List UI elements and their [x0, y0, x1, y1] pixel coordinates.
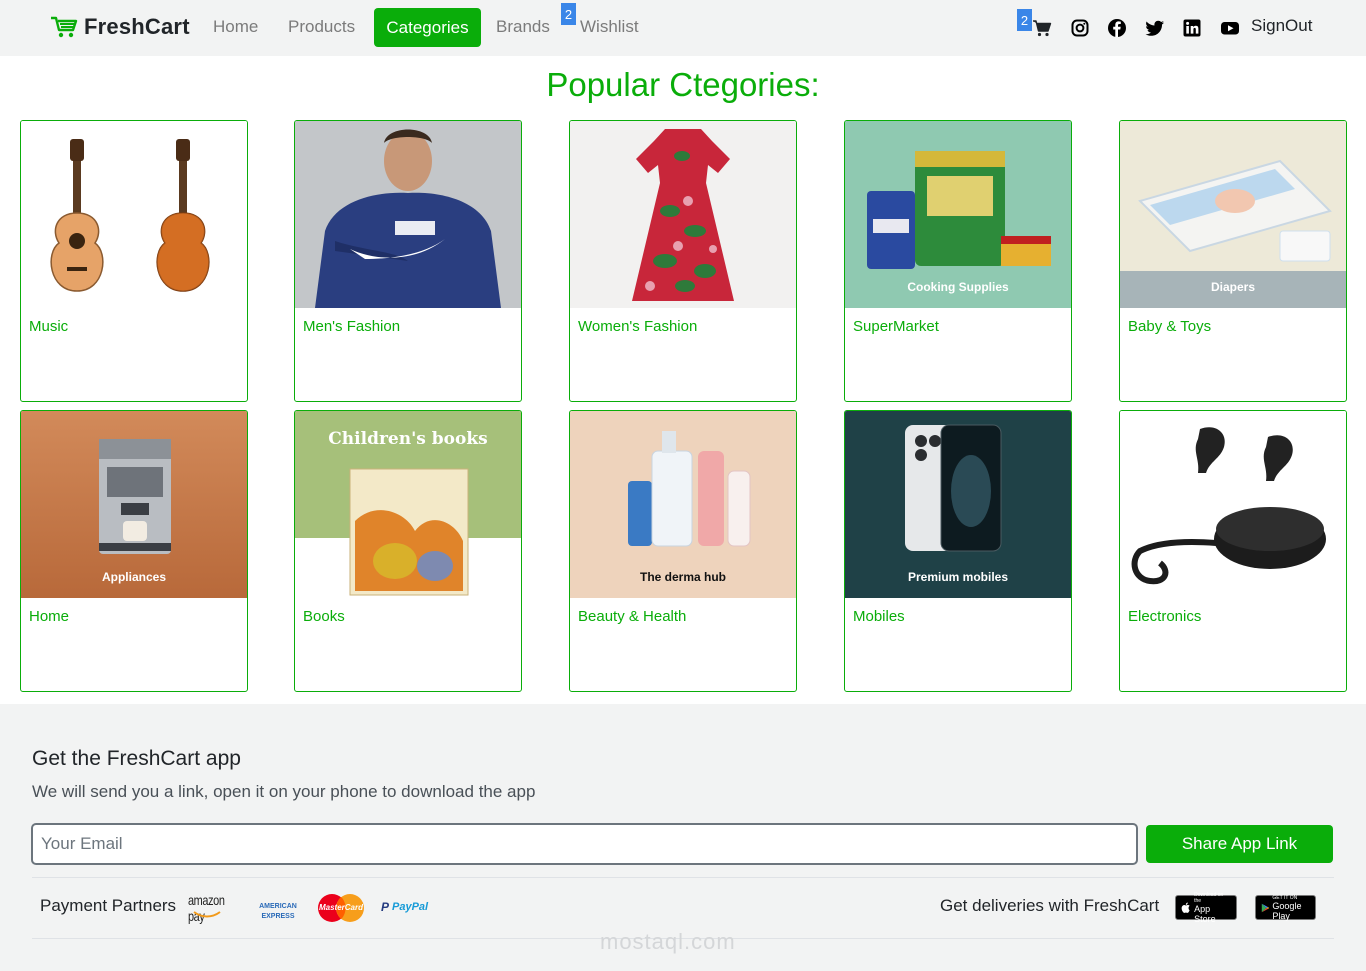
- category-card-books[interactable]: Children's books Books: [294, 410, 522, 692]
- nav-products[interactable]: Products: [288, 17, 355, 37]
- nav-home[interactable]: Home: [213, 17, 258, 37]
- category-image-caption: Diapers: [1210, 280, 1256, 294]
- facebook-icon[interactable]: [1107, 18, 1127, 38]
- category-image: [1120, 411, 1346, 598]
- category-label: Mobiles: [853, 608, 905, 625]
- cart-icon[interactable]: [1032, 18, 1052, 38]
- category-label: Women's Fashion: [578, 318, 698, 335]
- twitter-icon[interactable]: [1145, 18, 1165, 38]
- apple-icon: [1181, 902, 1190, 913]
- cart-count-badge: 2: [1017, 9, 1032, 31]
- category-card-music[interactable]: Music: [20, 120, 248, 402]
- category-card-electronics[interactable]: Electronics: [1119, 410, 1347, 692]
- app-store-button[interactable]: Download on the App Store: [1175, 892, 1237, 924]
- footer-title: Get the FreshCart app: [32, 747, 241, 770]
- payment-partners-label: Payment Partners: [40, 896, 177, 915]
- category-image: Diapers: [1120, 121, 1346, 308]
- wishlist-count-badge: 2: [561, 3, 576, 25]
- footer: Get the FreshCart app We will send you a…: [0, 704, 1366, 971]
- nav-wishlist[interactable]: Wishlist: [580, 17, 639, 37]
- navbar: FreshCart Home Products Categories Brand…: [0, 0, 1366, 56]
- category-label: Books: [303, 608, 345, 625]
- category-label: Baby & Toys: [1128, 318, 1212, 335]
- nav-categories[interactable]: Categories: [374, 8, 481, 47]
- category-image: [570, 121, 796, 308]
- category-card-baby-toys[interactable]: Diapers Baby & Toys: [1119, 120, 1347, 402]
- instagram-icon[interactable]: [1070, 18, 1090, 38]
- signout-link[interactable]: SignOut: [1251, 16, 1312, 36]
- page-title: Popular Ctegories:: [546, 66, 820, 103]
- paypal-logo: P PayPal: [381, 900, 429, 914]
- category-label: SuperMarket: [853, 318, 939, 335]
- category-card-beauty-health[interactable]: The derma hub Beauty & Health: [569, 410, 797, 692]
- linkedin-icon[interactable]: [1182, 18, 1202, 38]
- divider: [32, 877, 1334, 878]
- category-card-mobiles[interactable]: Premium mobiles Mobiles: [844, 410, 1072, 692]
- youtube-icon[interactable]: [1220, 18, 1240, 38]
- share-app-link-button[interactable]: Share App Link: [1146, 825, 1333, 863]
- american-express-logo: AMERICAN EXPRESS: [259, 903, 297, 920]
- nav-brands[interactable]: Brands: [496, 17, 550, 37]
- category-card-mens-fashion[interactable]: Men's Fashion: [294, 120, 522, 402]
- guitar-illustration: [50, 139, 104, 292]
- category-image-caption: Cooking Supplies: [907, 280, 1009, 294]
- cart-logo-icon: [51, 16, 78, 38]
- category-image-caption: Premium mobiles: [907, 570, 1009, 584]
- category-label: Beauty & Health: [578, 608, 687, 625]
- brand-name: FreshCart: [84, 14, 190, 39]
- category-label: Music: [29, 318, 69, 335]
- category-card-womens-fashion[interactable]: Women's Fashion: [569, 120, 797, 402]
- google-play-button[interactable]: GET IT ON Google Play: [1255, 895, 1316, 921]
- guitar-illustration: [156, 139, 210, 292]
- amazon-pay-logo: amazon pay: [188, 892, 225, 924]
- category-image: [295, 121, 521, 308]
- category-label: Home: [29, 608, 70, 625]
- category-image: Cooking Supplies: [845, 121, 1071, 308]
- footer-subtitle: We will send you a link, open it on your…: [32, 782, 536, 801]
- mastercard-logo: MasterCard: [317, 893, 365, 923]
- category-label: Men's Fashion: [303, 318, 401, 335]
- category-image-caption: Appliances: [101, 570, 167, 584]
- category-label: Electronics: [1128, 608, 1202, 625]
- category-image: The derma hub: [570, 411, 796, 598]
- category-image-caption: The derma hub: [639, 570, 726, 584]
- category-image: [21, 121, 247, 308]
- watermark: mostaql.com: [600, 929, 736, 954]
- category-image: Premium mobiles: [845, 411, 1071, 598]
- google-play-icon: [1261, 903, 1270, 912]
- category-card-home[interactable]: Appliances Home: [20, 410, 248, 692]
- email-field[interactable]: [31, 823, 1138, 865]
- deliveries-label: Get deliveries with FreshCart: [940, 896, 1160, 915]
- category-image: Children's books: [295, 411, 521, 598]
- category-card-supermarket[interactable]: Cooking Supplies SuperMarket: [844, 120, 1072, 402]
- category-image: Appliances: [21, 411, 247, 598]
- brand-logo[interactable]: FreshCart: [50, 14, 190, 40]
